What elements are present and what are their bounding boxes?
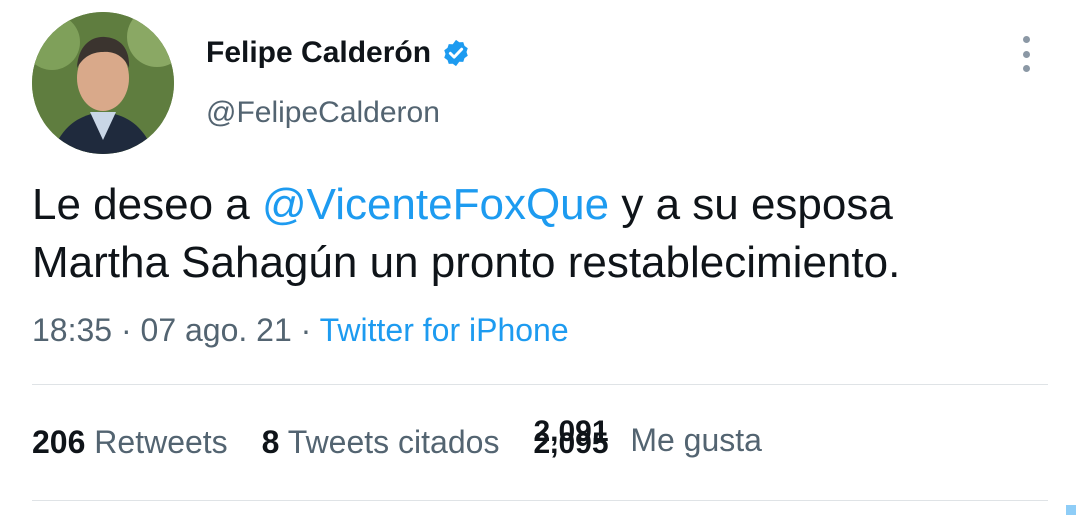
more-dot	[1022, 50, 1030, 58]
divider	[32, 500, 1048, 501]
likes-count-new: 2,095	[533, 426, 609, 460]
divider	[32, 384, 1048, 385]
retweets-count: 206	[32, 423, 86, 460]
tweet-date[interactable]: 07 ago. 21	[141, 312, 292, 348]
more-dot	[1022, 65, 1030, 72]
author-display-name[interactable]: Felipe Calderón	[206, 36, 431, 70]
corner-marker	[1066, 505, 1076, 515]
tweet-text-line-2: Martha Sahagún un pronto restablecimient…	[32, 238, 901, 287]
tweet-text-line-1: Le deseo a @VicenteFoxQue y a su esposa	[32, 176, 1042, 234]
quotes-label: Tweets citados	[287, 423, 500, 460]
tweet-text: Le deseo a @VicenteFoxQue y a su esposa …	[32, 176, 1042, 292]
likes-stat[interactable]: 2,091 2,095 Me gusta	[533, 415, 762, 463]
tweet-text-suffix: y a su esposa	[609, 180, 893, 229]
tweet-text-prefix: Le deseo a	[32, 180, 262, 229]
more-dot	[1022, 36, 1030, 43]
tweet-time[interactable]: 18:35	[32, 312, 112, 348]
likes-count: 2,091 2,095	[533, 415, 621, 463]
more-vertical-icon[interactable]	[1012, 36, 1040, 72]
author-handle[interactable]: @FelipeCalderon	[206, 96, 440, 130]
quotes-count: 8	[261, 423, 280, 460]
retweets-stat[interactable]: 206 Retweets	[32, 424, 228, 461]
meta-separator: ·	[112, 312, 141, 348]
mention-link[interactable]: @VicenteFoxQue	[262, 180, 609, 229]
avatar[interactable]	[32, 12, 174, 154]
quotes-stat[interactable]: 8 Tweets citados	[262, 424, 500, 461]
tweet-stats: 206 Retweets 8 Tweets citados 2,091 2,095…	[32, 415, 796, 463]
likes-label: Me gusta	[630, 422, 762, 458]
meta-separator: ·	[291, 312, 320, 348]
verified-badge-icon	[441, 38, 471, 68]
tweet-meta: 18:35 · 07 ago. 21 · Twitter for iPhone	[32, 312, 569, 349]
retweets-label: Retweets	[94, 423, 228, 460]
author-name-row: Felipe Calderón	[206, 36, 471, 70]
tweet-source-link[interactable]: Twitter for iPhone	[320, 312, 569, 348]
